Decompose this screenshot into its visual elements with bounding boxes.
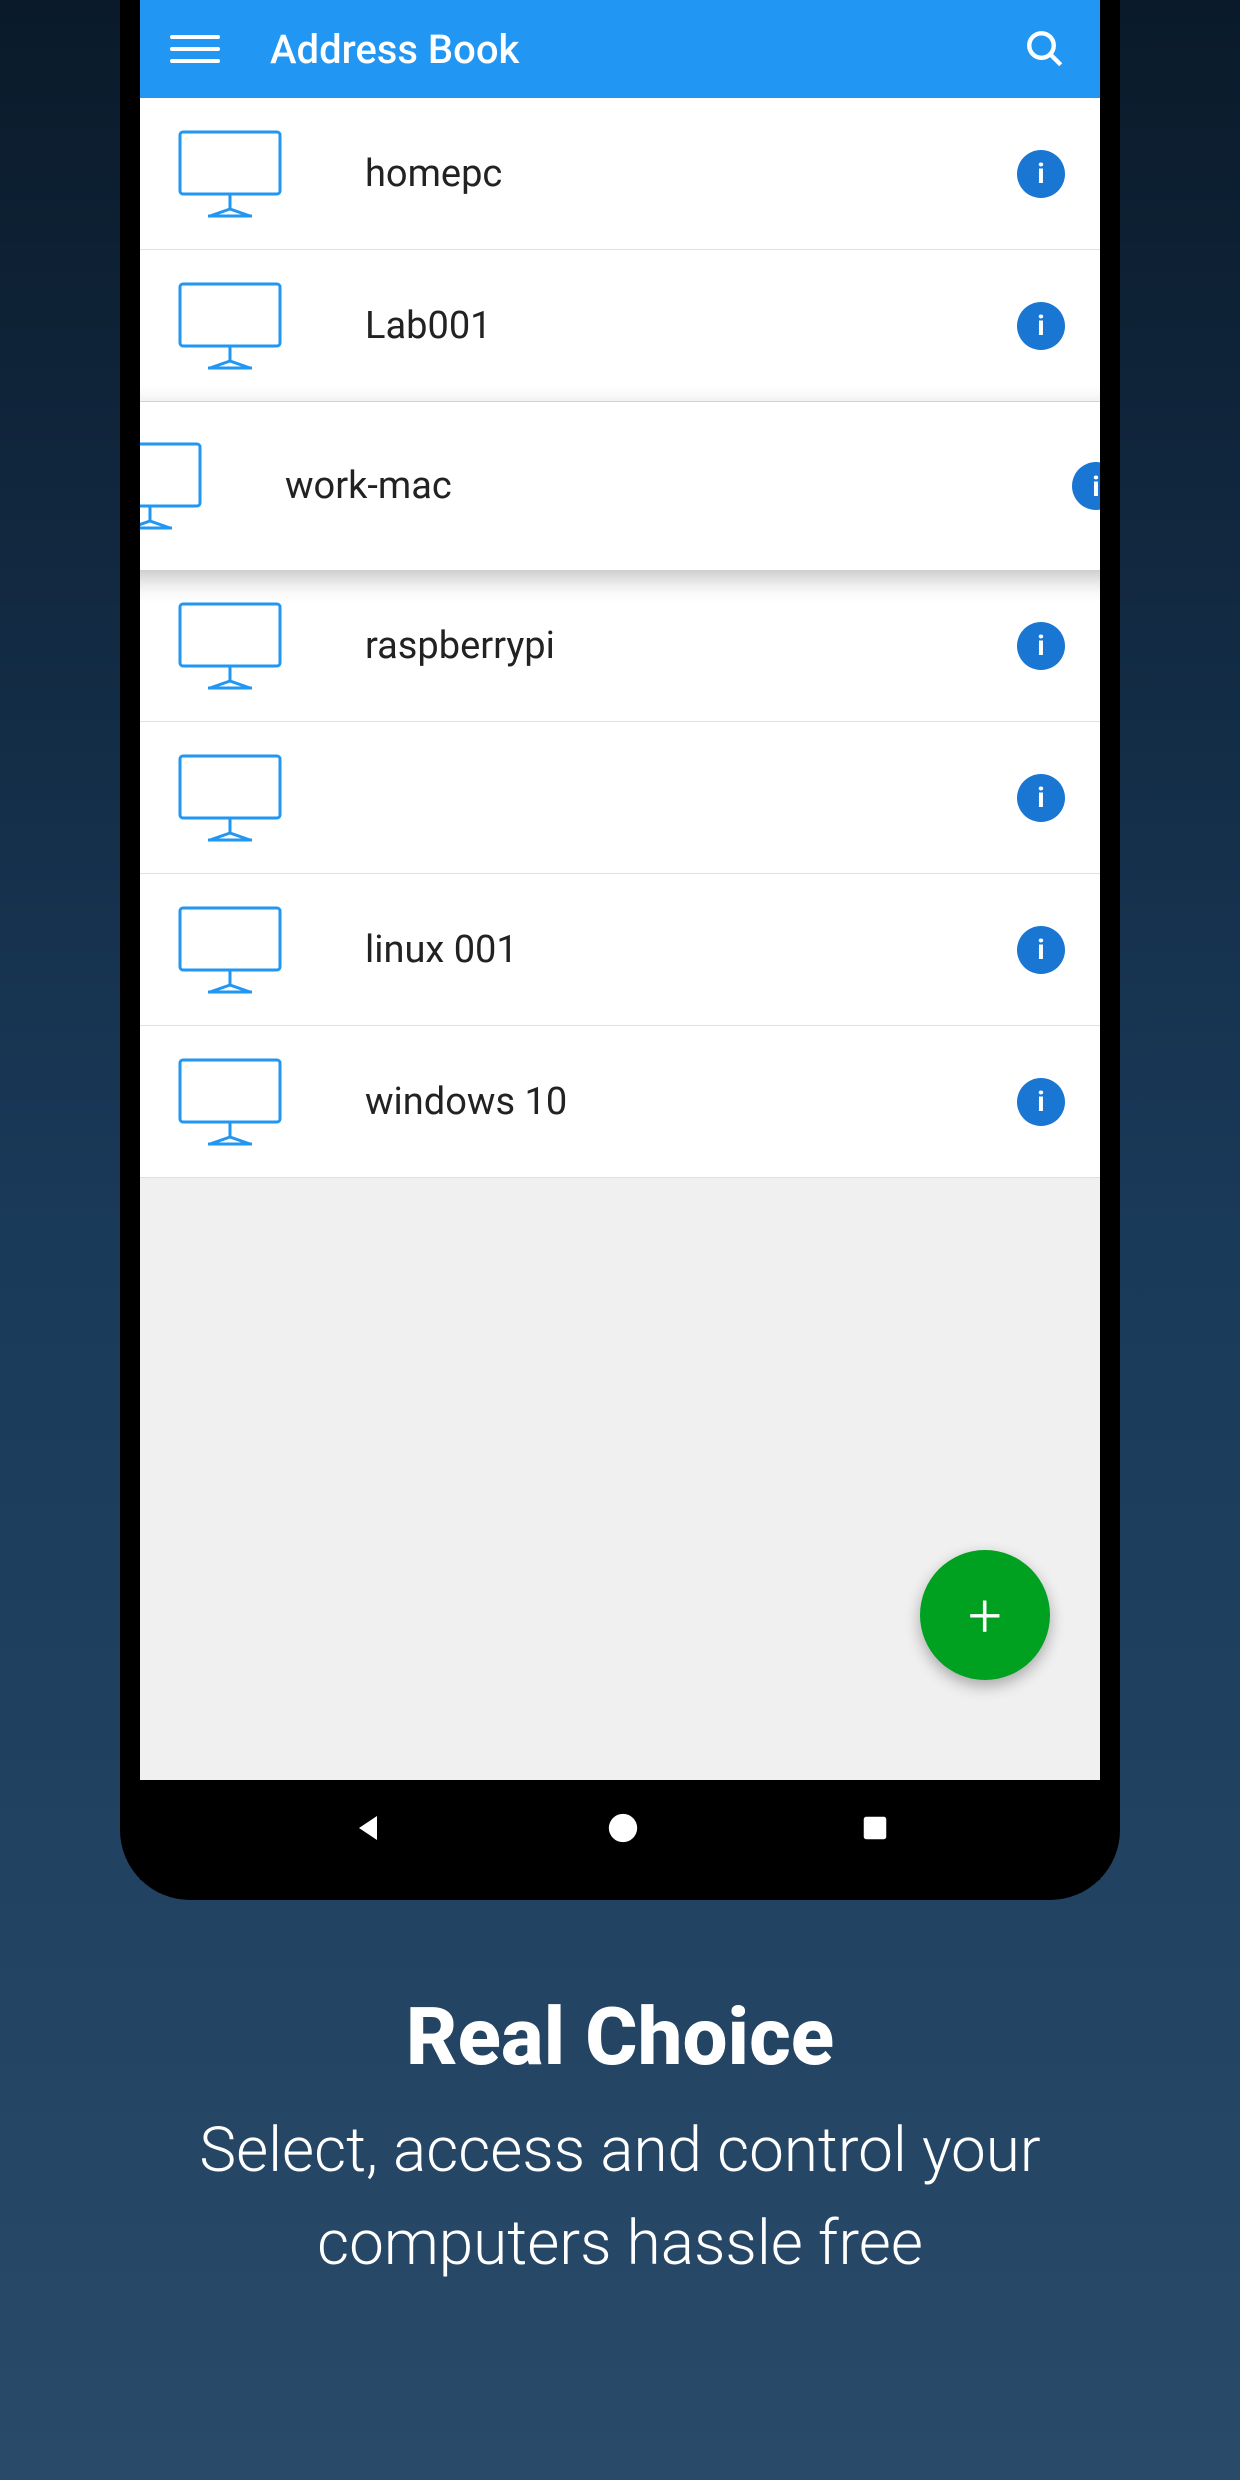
phone-frame: Address Book homepc i Lab001 i work-mac …: [120, 0, 1120, 1900]
phone-screen: Address Book homepc i Lab001 i work-mac …: [140, 0, 1100, 1780]
search-icon[interactable]: [1020, 24, 1070, 74]
app-bar: Address Book: [140, 0, 1100, 98]
item-label: work-mac: [285, 464, 1072, 508]
monitor-icon: [165, 1042, 295, 1162]
info-icon[interactable]: i: [1017, 302, 1065, 350]
info-icon[interactable]: i: [1017, 926, 1065, 974]
nav-recent-icon[interactable]: [860, 1813, 890, 1847]
list-item[interactable]: i: [140, 722, 1100, 874]
list-item[interactable]: raspberrypi i: [140, 570, 1100, 722]
nav-home-icon[interactable]: [606, 1811, 640, 1849]
monitor-icon: [165, 738, 295, 858]
info-icon[interactable]: i: [1017, 1078, 1065, 1126]
monitor-icon: [140, 426, 215, 546]
list-item[interactable]: windows 10 i: [140, 1026, 1100, 1178]
marketing-headline: Real Choice: [0, 1990, 1240, 2084]
menu-icon[interactable]: [170, 24, 220, 74]
info-icon[interactable]: i: [1072, 462, 1100, 510]
marketing-text: Real Choice Select, access and control y…: [0, 1990, 1240, 2290]
nav-back-icon[interactable]: [350, 1810, 386, 1850]
page-title: Address Book: [270, 26, 1020, 73]
item-label: Lab001: [365, 304, 1017, 348]
info-icon[interactable]: i: [1017, 774, 1065, 822]
info-icon[interactable]: i: [1017, 622, 1065, 670]
add-button[interactable]: +: [920, 1550, 1050, 1680]
item-label: raspberrypi: [365, 624, 1017, 668]
marketing-subtext: Select, access and control your computer…: [0, 2104, 1240, 2290]
list-item[interactable]: Lab001 i: [140, 250, 1100, 402]
monitor-icon: [165, 586, 295, 706]
info-icon[interactable]: i: [1017, 150, 1065, 198]
item-label: homepc: [365, 152, 1017, 196]
list-item[interactable]: work-mac i: [140, 402, 1100, 570]
address-list: homepc i Lab001 i work-mac i raspberrypi…: [140, 98, 1100, 1178]
item-label: linux 001: [365, 928, 1017, 972]
monitor-icon: [165, 890, 295, 1010]
monitor-icon: [165, 266, 295, 386]
item-label: windows 10: [365, 1080, 1017, 1124]
android-nav-bar: [140, 1780, 1100, 1880]
list-item[interactable]: homepc i: [140, 98, 1100, 250]
list-item[interactable]: linux 001 i: [140, 874, 1100, 1026]
monitor-icon: [165, 114, 295, 234]
